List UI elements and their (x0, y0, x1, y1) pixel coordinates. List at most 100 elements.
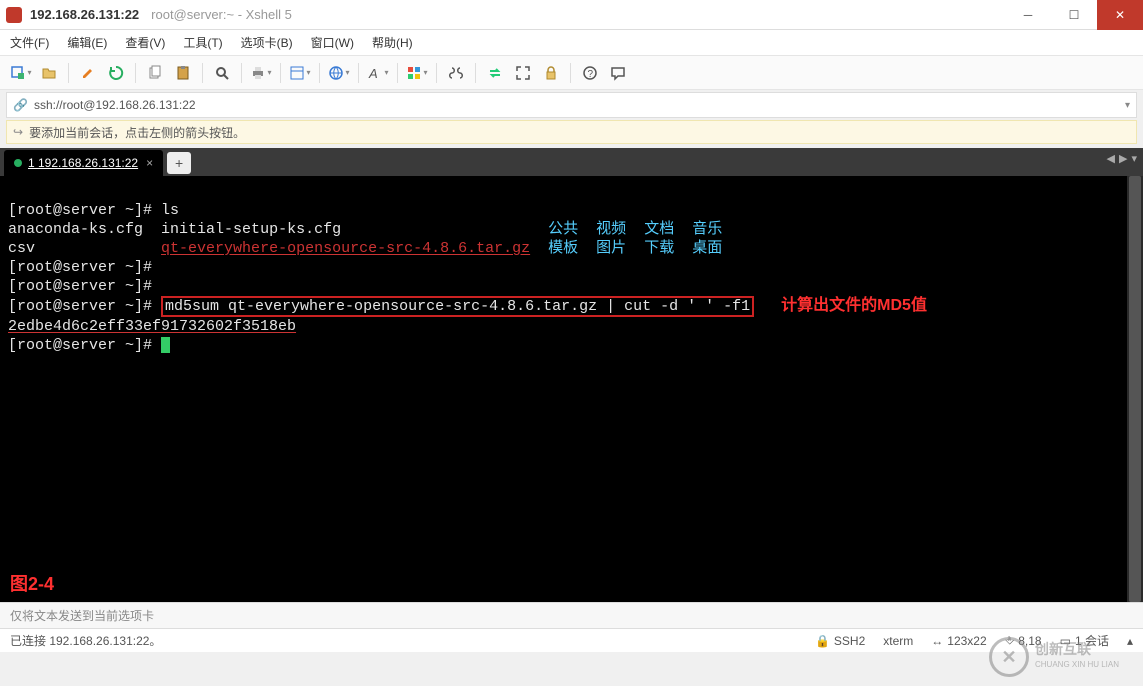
window-controls: ─ ☐ ✕ (1005, 0, 1143, 30)
new-session-button[interactable] (8, 60, 34, 86)
menu-view[interactable]: 查看(V) (125, 34, 165, 51)
menubar: 文件(F) 编辑(E) 查看(V) 工具(T) 选项卡(B) 窗口(W) 帮助(… (0, 30, 1143, 56)
tab-close-icon[interactable]: × (146, 156, 153, 170)
reconnect-button[interactable] (103, 60, 129, 86)
address-text: ssh://root@192.168.26.131:22 (34, 98, 196, 112)
status-sessions: 1 会话 (1075, 632, 1109, 649)
status-connected: 已连接 192.168.26.131:22。 (10, 632, 797, 649)
menu-edit[interactable]: 编辑(E) (67, 34, 107, 51)
paste-button[interactable] (170, 60, 196, 86)
open-session-button[interactable] (36, 60, 62, 86)
script-button[interactable] (443, 60, 469, 86)
app-icon (6, 7, 22, 23)
tab-strip: 1 192.168.26.131:22 × + ◀ ▶ ▾ (0, 148, 1143, 176)
cmd-md5: md5sum qt-everywhere-opensource-src-4.8.… (165, 298, 750, 315)
dir-docs: 文档 (644, 221, 674, 238)
fullscreen-button[interactable] (510, 60, 536, 86)
input-hint-text: 仅将文本发送到当前选项卡 (10, 607, 154, 624)
prompt: [root@server ~]# (8, 259, 161, 276)
transfer-button[interactable] (482, 60, 508, 86)
menu-tools[interactable]: 工具(T) (183, 34, 222, 51)
dir-video: 视频 (596, 221, 626, 238)
dir-music: 音乐 (692, 221, 722, 238)
titlebar: 192.168.26.131:22 root@server:~ - Xshell… (0, 0, 1143, 30)
svg-text:?: ? (588, 69, 594, 80)
new-tab-button[interactable]: + (167, 152, 191, 174)
copy-button[interactable] (142, 60, 168, 86)
maximize-button[interactable]: ☐ (1051, 0, 1097, 30)
status-pos: 8,18 (1018, 634, 1041, 648)
tab-menu-icon[interactable]: ▾ (1131, 152, 1137, 165)
tab-prev-icon[interactable]: ◀ (1107, 152, 1115, 165)
file-anaconda: anaconda-ks.cfg (8, 221, 143, 238)
prompt: [root@server ~]# (8, 298, 161, 315)
find-button[interactable] (209, 60, 235, 86)
cursor (161, 337, 170, 353)
file-initial: initial-setup-ks.cfg (161, 221, 341, 238)
file-qt-tar: qt-everywhere-opensource-src-4.8.6.tar.g… (161, 240, 530, 257)
dir-public: 公共 (548, 221, 578, 238)
separator (202, 63, 203, 83)
lock-button[interactable] (538, 60, 564, 86)
separator (475, 63, 476, 83)
close-button[interactable]: ✕ (1097, 0, 1143, 30)
session-icon: ▭ (1060, 634, 1071, 648)
minimize-button[interactable]: ─ (1005, 0, 1051, 30)
terminal[interactable]: [root@server ~]# ls anaconda-ks.cfg init… (0, 176, 1143, 602)
input-hint-bar[interactable]: 仅将文本发送到当前选项卡 (0, 602, 1143, 628)
address-dropdown-icon[interactable]: ▾ (1125, 100, 1130, 111)
globe-button[interactable] (326, 60, 352, 86)
separator (436, 63, 437, 83)
prompt: [root@server ~]# (8, 278, 161, 295)
status-dot-icon (14, 159, 22, 167)
title-rest: root@server:~ - Xshell 5 (151, 7, 292, 22)
tray-up-icon[interactable]: ▴ (1127, 634, 1133, 648)
tab-label: 1 192.168.26.131:22 (28, 156, 138, 170)
separator (135, 63, 136, 83)
help-button[interactable]: ? (577, 60, 603, 86)
annotation: 计算出文件的MD5值 (781, 297, 927, 314)
hint-bar: ↪ 要添加当前会话，点击左侧的箭头按钮。 (6, 120, 1137, 144)
tab-next-icon[interactable]: ▶ (1119, 152, 1127, 165)
menu-file[interactable]: 文件(F) (10, 34, 49, 51)
caret-icon: ⎀ (1005, 633, 1015, 648)
separator (241, 63, 242, 83)
status-bar: 已连接 192.168.26.131:22。 🔒SSH2 xterm ↔123x… (0, 628, 1143, 652)
dir-template: 模板 (548, 240, 578, 257)
terminal-scrollbar[interactable] (1127, 176, 1143, 602)
edit-button[interactable] (75, 60, 101, 86)
properties-button[interactable] (287, 60, 313, 86)
cmd-ls: ls (161, 202, 179, 219)
session-tab[interactable]: 1 192.168.26.131:22 × (4, 150, 163, 176)
file-csv: csv (8, 240, 35, 257)
print-button[interactable] (248, 60, 274, 86)
separator (319, 63, 320, 83)
menu-window[interactable]: 窗口(W) (311, 34, 354, 51)
separator (397, 63, 398, 83)
font-button[interactable]: A (365, 60, 391, 86)
status-ssh: SSH2 (834, 634, 865, 648)
prompt: [root@server ~]# (8, 202, 161, 219)
address-bar[interactable]: 🔗 ssh://root@192.168.26.131:22 ▾ (6, 92, 1137, 118)
figure-label: 图2-4 (10, 575, 54, 594)
arrow-icon: ↪ (13, 125, 23, 139)
dir-pics: 图片 (596, 240, 626, 257)
dir-dl: 下载 (644, 240, 674, 257)
chat-button[interactable] (605, 60, 631, 86)
watermark-line2: CHUANG XIN HU LIAN (1035, 657, 1119, 673)
separator (68, 63, 69, 83)
resize-icon: ↔ (931, 634, 943, 648)
separator (358, 63, 359, 83)
scrollbar-thumb[interactable] (1129, 176, 1141, 602)
hint-text: 要添加当前会话，点击左侧的箭头按钮。 (29, 124, 245, 141)
status-size: 123x22 (947, 634, 986, 648)
separator (570, 63, 571, 83)
link-icon: 🔗 (13, 98, 28, 112)
menu-help[interactable]: 帮助(H) (372, 34, 413, 51)
tab-nav: ◀ ▶ ▾ (1107, 152, 1137, 165)
prompt: [root@server ~]# (8, 337, 161, 354)
lock-icon: 🔒 (815, 634, 830, 648)
color-button[interactable] (404, 60, 430, 86)
menu-tabs[interactable]: 选项卡(B) (241, 34, 293, 51)
md5-output: 2edbe4d6c2eff33ef91732602f3518eb (8, 318, 296, 335)
